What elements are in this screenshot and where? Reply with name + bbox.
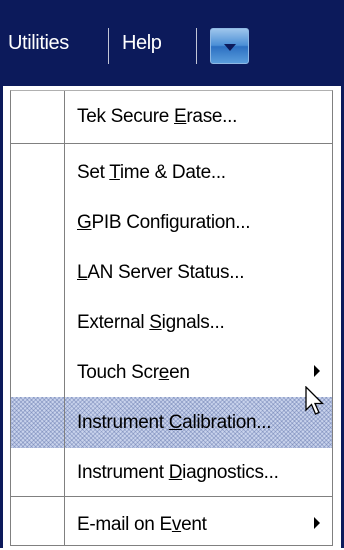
menubar-separator [196,28,197,64]
dropdown-button[interactable] [210,28,249,64]
mouse-pointer-icon [305,386,325,415]
menu-item-lan-server-status[interactable]: LAN Server Status... [11,247,332,298]
menu-item-label: External Signals... [77,312,225,333]
menu-item-label: Instrument Calibration... [77,412,272,433]
menu-item-label: GPIB Configuration... [77,212,251,233]
menu-item-external-signals[interactable]: External Signals... [11,297,332,348]
menu-item-label: E-mail on Event [77,514,207,535]
chevron-right-icon [314,517,320,529]
menu-item-set-time-date[interactable]: Set Time & Date... [11,147,332,198]
menu-item-label: LAN Server Status... [77,262,245,283]
menu-item-touch-screen[interactable]: Touch Screen [11,347,332,398]
menu-separator [11,496,332,498]
menu-item-email-on-event[interactable]: E-mail on Event [11,499,332,550]
menu-utilities[interactable]: Utilities [8,0,69,86]
menu-item-instrument-calibration[interactable]: Instrument Calibration... [11,397,332,448]
utilities-dropdown-menu: Tek Secure Erase... Set Time & Date... G… [0,86,344,548]
menu-icon-gutter [64,91,65,545]
menu-item-instrument-diagnostics[interactable]: Instrument Diagnostics... [11,447,332,498]
menu-item-label: Touch Screen [77,362,190,383]
menu-bar: Utilities Help [0,0,344,86]
menu-item-label: Set Time & Date... [77,162,226,183]
menu-item-gpib-configuration[interactable]: GPIB Configuration... [11,197,332,248]
menu-item-label: Tek Secure Erase... [77,106,238,127]
menu-separator [11,143,332,145]
menu-item-tek-secure-erase[interactable]: Tek Secure Erase... [11,91,332,142]
menu-help[interactable]: Help [122,0,162,86]
chevron-down-icon [224,44,236,51]
menubar-separator [108,28,109,64]
chevron-right-icon [314,365,320,377]
menu-item-label: Instrument Diagnostics... [77,462,279,483]
menu-frame: Tek Secure Erase... Set Time & Date... G… [10,90,333,546]
